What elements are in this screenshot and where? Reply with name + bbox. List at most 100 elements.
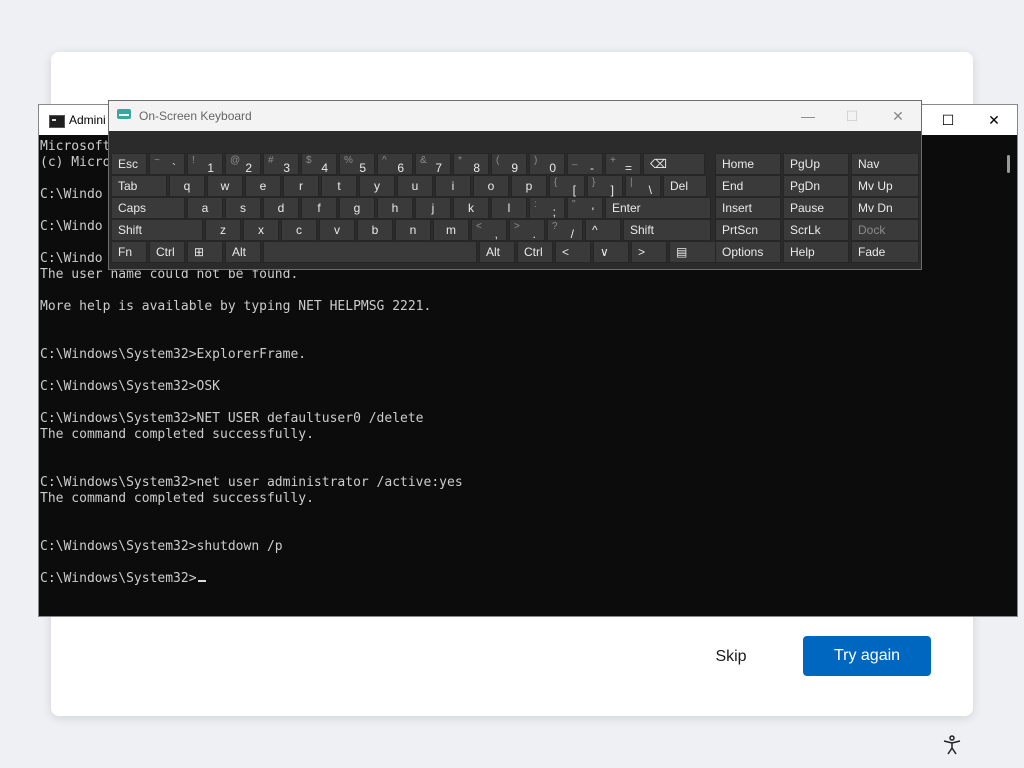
cmd-scrollbar-thumb[interactable] (1007, 155, 1010, 173)
osk-key[interactable]: o (473, 175, 509, 197)
osk-key[interactable]: ∨ (593, 241, 629, 263)
osk-key[interactable]: e (245, 175, 281, 197)
osk-key[interactable]: Alt (225, 241, 261, 263)
cmd-line: C:\Windows\System32>OSK (40, 379, 221, 394)
osk-key[interactable]: Tab (111, 175, 167, 197)
osk-nav-key[interactable]: End (715, 175, 781, 197)
osk-key[interactable]: " ' (567, 197, 603, 219)
osk-key[interactable]: #3 (263, 153, 299, 175)
osk-key[interactable]: :; (529, 197, 565, 219)
osk-nav-key[interactable]: Mv Up (851, 175, 919, 197)
osk-nav-key[interactable]: Fade (851, 241, 919, 263)
osk-key[interactable]: c (281, 219, 317, 241)
osk-key[interactable]: b (357, 219, 393, 241)
osk-key[interactable]: }] (587, 175, 623, 197)
cmd-scrollbar[interactable] (1001, 135, 1017, 616)
osk-key[interactable]: v (319, 219, 355, 241)
osk-nav-key[interactable]: Nav (851, 153, 919, 175)
osk-key[interactable]: Esc (111, 153, 147, 175)
osk-key[interactable]: g (339, 197, 375, 219)
osk-key[interactable]: Alt (479, 241, 515, 263)
osk-nav-key[interactable]: Options (715, 241, 781, 263)
osk-nav-key[interactable]: Help (783, 241, 849, 263)
osk-key[interactable]: <, (471, 219, 507, 241)
osk-nav-key[interactable]: Mv Dn (851, 197, 919, 219)
osk-key[interactable]: Shift (111, 219, 203, 241)
osk-key[interactable]: a (187, 197, 223, 219)
osk-key[interactable]: >. (509, 219, 545, 241)
osk-key[interactable]: n (395, 219, 431, 241)
osk-key[interactable]: x (243, 219, 279, 241)
osk-title: On-Screen Keyboard (139, 109, 252, 123)
osk-key[interactable]: (9 (491, 153, 527, 175)
osk-maximize-button[interactable]: ☐ (837, 105, 867, 127)
osk-key[interactable]: l (491, 197, 527, 219)
osk-key[interactable]: ▤ (669, 241, 719, 263)
osk-key[interactable]: + = (605, 153, 641, 175)
osk-key[interactable]: ? / (547, 219, 583, 241)
osk-nav-key[interactable]: PgUp (783, 153, 849, 175)
osk-key[interactable]: ⌫ (643, 153, 705, 175)
osk-key[interactable] (263, 241, 477, 263)
osk-key[interactable]: % 5 (339, 153, 375, 175)
osk-nav-key[interactable]: Dock (851, 219, 919, 241)
osk-key[interactable]: ^ (585, 219, 621, 241)
osk-key[interactable]: $4 (301, 153, 337, 175)
osk-key[interactable]: Caps (111, 197, 185, 219)
osk-titlebar[interactable]: On-Screen Keyboard — ☐ ✕ (109, 101, 921, 131)
osk-key[interactable]: | \ (625, 175, 661, 197)
osk-key[interactable]: > (631, 241, 667, 263)
osk-key[interactable]: Enter (605, 197, 711, 219)
osk-key-label: \ (648, 183, 652, 197)
osk-key[interactable]: @2 (225, 153, 261, 175)
osk-key[interactable]: f (301, 197, 337, 219)
osk-nav-key[interactable]: PrtScn (715, 219, 781, 241)
osk-nav-key[interactable]: ScrLk (783, 219, 849, 241)
osk-key[interactable]: z (205, 219, 241, 241)
osk-key[interactable]: u (397, 175, 433, 197)
osk-key[interactable]: Del (663, 175, 707, 197)
osk-key[interactable]: _ - (567, 153, 603, 175)
osk-key[interactable]: m (433, 219, 469, 241)
osk-key[interactable]: y (359, 175, 395, 197)
osk-key[interactable]: j (415, 197, 451, 219)
on-screen-keyboard[interactable]: On-Screen Keyboard — ☐ ✕ Esc ~ `! 1 @2 #3 $4% 5… (108, 100, 922, 270)
osk-key[interactable]: ! 1 (187, 153, 223, 175)
osk-key[interactable]: Ctrl (149, 241, 185, 263)
try-again-button[interactable]: Try again (803, 636, 931, 676)
osk-key[interactable]: ^ 6 (377, 153, 413, 175)
cmd-line: C:\Windows\System32>NET USER defaultuser… (40, 411, 424, 426)
osk-nav-key[interactable]: Insert (715, 197, 781, 219)
osk-nav-key[interactable]: Home (715, 153, 781, 175)
osk-key[interactable]: h (377, 197, 413, 219)
osk-minimize-button[interactable]: — (793, 105, 823, 127)
osk-key[interactable]: Fn (111, 241, 147, 263)
osk-key-label: n (409, 223, 417, 237)
osk-key[interactable]: p (511, 175, 547, 197)
osk-key[interactable]: ⊞ (187, 241, 223, 263)
osk-key[interactable]: & 7 (415, 153, 451, 175)
osk-key[interactable]: q (169, 175, 205, 197)
osk-key[interactable]: r (283, 175, 319, 197)
osk-key[interactable]: k (453, 197, 489, 219)
skip-button[interactable]: Skip (696, 636, 766, 678)
osk-key[interactable]: * 8 (453, 153, 489, 175)
osk-nav-key[interactable]: PgDn (783, 175, 849, 197)
osk-key[interactable]: ) 0 (529, 153, 565, 175)
osk-key[interactable]: {[ (549, 175, 585, 197)
osk-key[interactable]: < (555, 241, 591, 263)
osk-key[interactable]: Ctrl (517, 241, 553, 263)
maximize-button[interactable]: ☐ (925, 105, 971, 135)
osk-key[interactable]: d (263, 197, 299, 219)
osk-key[interactable]: w (207, 175, 243, 197)
osk-key-label: e (259, 179, 267, 193)
close-button[interactable]: ✕ (971, 105, 1017, 135)
osk-key[interactable]: s (225, 197, 261, 219)
osk-nav-key[interactable]: Pause (783, 197, 849, 219)
osk-key[interactable]: i (435, 175, 471, 197)
osk-key[interactable]: ~ ` (149, 153, 185, 175)
osk-close-button[interactable]: ✕ (883, 105, 913, 127)
accessibility-icon[interactable] (941, 734, 963, 756)
osk-key[interactable]: Shift (623, 219, 711, 241)
osk-key[interactable]: t (321, 175, 357, 197)
